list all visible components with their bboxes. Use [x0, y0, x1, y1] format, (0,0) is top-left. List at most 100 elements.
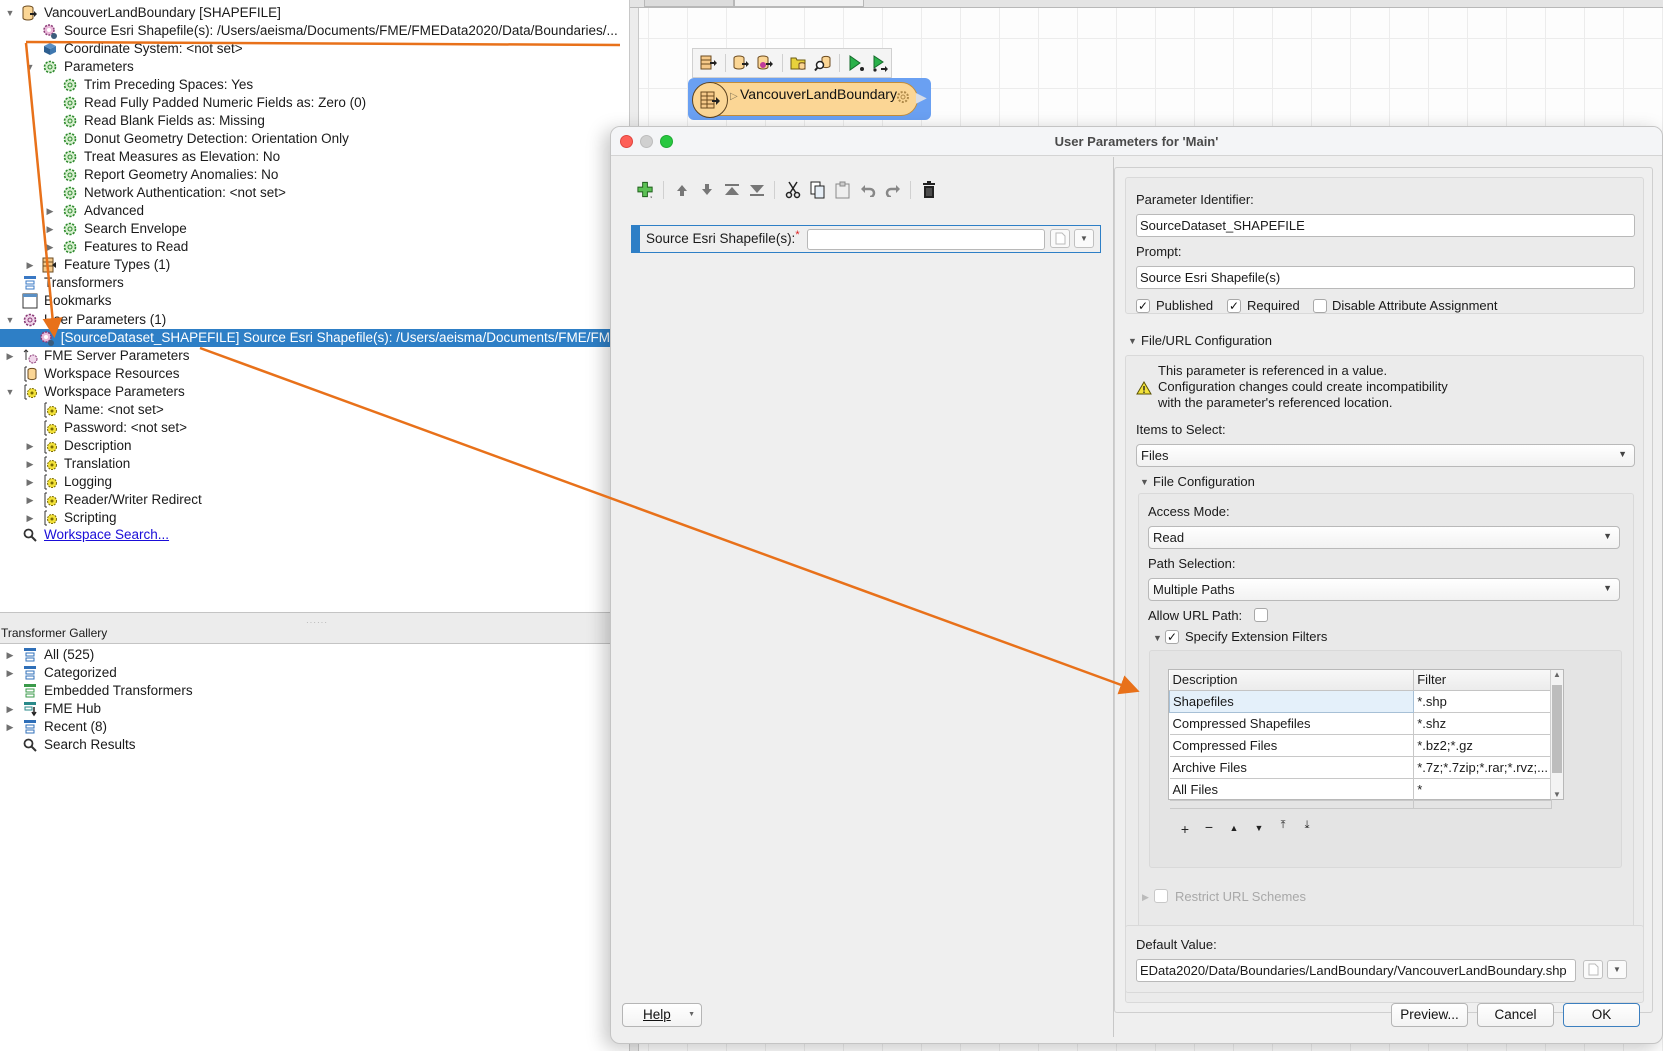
tree-item[interactable]: ▶Donut Geometry Detection: Orientation O…	[44, 130, 349, 148]
tree-item[interactable]: ▶Trim Preceding Spaces: Yes	[44, 76, 253, 94]
filter-description-cell[interactable]: Shapefiles	[1168, 689, 1415, 713]
collapse-arrow-icon[interactable]: ▶	[24, 512, 36, 524]
add-reader-icon[interactable]	[732, 53, 752, 73]
tree-item[interactable]: ▶Source Esri Shapefile(s): /Users/aeisma…	[24, 22, 618, 40]
drag-handle[interactable]	[632, 226, 640, 252]
disable-attribute-checkbox[interactable]	[1313, 299, 1327, 313]
default-value-input[interactable]: EData2020/Data/Boundaries/LandBoundary/V…	[1136, 959, 1576, 982]
tree-item[interactable]: ▶ Feature Types (1)	[24, 256, 170, 274]
filter-pattern-cell[interactable]: *.7z;*.7zip;*.rar;*.rvz;...	[1413, 756, 1552, 779]
path-selection-dropdown[interactable]: Multiple Paths ▼	[1148, 578, 1620, 601]
collapse-arrow-icon[interactable]: ▶	[24, 259, 36, 271]
filter-pattern-cell[interactable]: *.shp	[1413, 690, 1552, 713]
gallery-item[interactable]: ▶ FME Hub	[4, 700, 101, 718]
collapse-arrow-icon[interactable]: ▶	[44, 223, 56, 235]
tree-item[interactable]: ▶ Features to Read	[44, 238, 189, 256]
tree-item[interactable]: ▶Report Geometry Anomalies: No	[44, 166, 278, 184]
browse-file-button[interactable]	[1050, 229, 1070, 248]
file-url-section-toggle[interactable]: ▼	[1128, 336, 1137, 346]
tree-item[interactable]: ▼ User Parameters (1)	[4, 311, 167, 329]
identifier-input[interactable]: SourceDataset_SHAPEFILE	[1136, 214, 1635, 237]
reader-parameters-icon[interactable]	[756, 53, 776, 73]
parameter-dropdown-button[interactable]: ▼	[1074, 229, 1094, 248]
row-to-top-icon[interactable]: ⤒	[1274, 819, 1292, 832]
column-header-description[interactable]: Description	[1169, 670, 1415, 691]
filter-description-cell[interactable]: Compressed Files	[1169, 734, 1415, 757]
node-gear-icon[interactable]	[894, 88, 912, 109]
tree-item[interactable]: ▶[SourceDataset_SHAPEFILE] Source Esri S…	[0, 328, 610, 347]
tree-item[interactable]: ▶ Advanced	[44, 202, 145, 220]
gallery-item[interactable]: ▶Embedded Transformers	[4, 682, 193, 700]
workspace-search-link[interactable]: Workspace Search...	[44, 526, 169, 544]
feature-type-add-icon[interactable]	[699, 53, 719, 73]
collapse-arrow-icon[interactable]: ▶	[4, 350, 16, 362]
run-to-this-icon[interactable]	[846, 53, 866, 73]
gallery-item[interactable]: ▶ Recent (8)	[4, 718, 108, 736]
tree-item[interactable]: ▶Name: <not set>	[24, 401, 164, 419]
tree-item[interactable]: ▼ Workspace Parameters	[4, 383, 185, 401]
tree-item[interactable]: ▶ Logging	[24, 473, 112, 491]
move-down-icon[interactable]	[697, 179, 716, 201]
scrollbar-thumb[interactable]	[1552, 685, 1562, 773]
row-down-icon[interactable]: ▼	[1250, 823, 1268, 833]
delete-icon[interactable]	[919, 179, 938, 201]
published-checkbox[interactable]: ✓	[1136, 299, 1150, 313]
undo-icon[interactable]	[858, 179, 877, 201]
tree-item[interactable]: ▶Network Authentication: <not set>	[44, 184, 286, 202]
tree-item[interactable]: ▶Bookmarks	[4, 292, 112, 310]
gallery-item[interactable]: ▶ All (525)	[4, 646, 95, 664]
table-scrollbar[interactable]: ▲ ▼	[1550, 670, 1563, 799]
tab-main[interactable]	[734, 0, 864, 7]
preview-button[interactable]: Preview...	[1391, 1003, 1468, 1027]
access-mode-dropdown[interactable]: Read ▼	[1148, 526, 1620, 549]
scroll-up-icon[interactable]: ▲	[1553, 670, 1561, 679]
filter-pattern-cell[interactable]: *	[1413, 778, 1552, 801]
table-row[interactable]: Compressed Shapefiles *.shz	[1169, 712, 1552, 735]
remove-row-icon[interactable]: −	[1200, 819, 1218, 835]
default-dropdown-button[interactable]: ▼	[1607, 960, 1627, 979]
collapse-arrow-icon[interactable]: ▶	[4, 721, 16, 733]
expand-arrow-icon[interactable]: ▼	[4, 7, 16, 19]
row-up-icon[interactable]: ▲	[1225, 823, 1243, 833]
tree-item[interactable]: ▶Treat Measures as Elevation: No	[44, 148, 280, 166]
cut-icon[interactable]	[783, 179, 802, 201]
tree-item[interactable]: ▶Workspace Resources	[4, 365, 180, 383]
table-row[interactable]: Archive Files *.7z;*.7zip;*.rar;*.rvz;...	[1169, 756, 1552, 779]
dialog-titlebar[interactable]: User Parameters for 'Main'	[611, 127, 1662, 156]
parameter-value-input[interactable]	[807, 229, 1045, 250]
expand-arrow-icon[interactable]: ▼	[4, 386, 16, 398]
restrict-url-checkbox[interactable]	[1154, 889, 1168, 903]
collapse-arrow-icon[interactable]: ▶	[24, 440, 36, 452]
tree-item[interactable]: ▶ Translation	[24, 455, 130, 473]
collapse-arrow-icon[interactable]: ▶	[24, 476, 36, 488]
parameter-list-item[interactable]: Source Esri Shapefile(s):* ▼	[631, 225, 1101, 253]
required-checkbox[interactable]: ✓	[1227, 299, 1241, 313]
tab-start[interactable]	[644, 0, 734, 7]
gallery-item[interactable]: ▶Search Results	[4, 736, 136, 754]
collapse-arrow-icon[interactable]: ▶	[24, 494, 36, 506]
tree-item[interactable]: ▶Read Blank Fields as: Missing	[44, 112, 265, 130]
prompt-input[interactable]: Source Esri Shapefile(s)	[1136, 266, 1635, 289]
default-browse-button[interactable]	[1583, 960, 1603, 979]
table-row[interactable]: Compressed Files *.bz2;*.gz	[1169, 734, 1552, 757]
output-port-icon[interactable]: ▶	[916, 89, 927, 106]
collapse-arrow-icon[interactable]: ▶	[4, 649, 16, 661]
inspect-data-icon[interactable]	[813, 53, 833, 73]
redo-icon[interactable]	[883, 179, 902, 201]
collapse-arrow-icon[interactable]: ▶	[24, 458, 36, 470]
tree-item[interactable]: ▶Password: <not set>	[24, 419, 187, 437]
paste-icon[interactable]	[833, 179, 852, 201]
collapse-arrow-icon[interactable]: ▶	[44, 205, 56, 217]
tree-item[interactable]: ▶ Scripting	[24, 509, 117, 527]
reader-feature-type-node[interactable]: ▷ VancouverLandBoundary ▶	[688, 78, 931, 120]
scroll-down-icon[interactable]: ▼	[1553, 790, 1561, 799]
table-row[interactable]: Shapefiles *.shp	[1168, 689, 1552, 713]
column-header-filter[interactable]: Filter	[1413, 670, 1552, 691]
run-from-this-icon[interactable]	[870, 53, 890, 73]
restrict-url-toggle[interactable]: ▶	[1142, 892, 1149, 903]
extension-filters-toggle[interactable]: ▼	[1153, 633, 1162, 643]
table-row[interactable]: All Files *	[1169, 778, 1552, 801]
tree-item[interactable]: ▶ Reader/Writer Redirect	[24, 491, 202, 509]
expand-arrow-icon[interactable]: ▼	[4, 314, 16, 326]
filter-pattern-cell[interactable]: *.shz	[1413, 712, 1552, 735]
